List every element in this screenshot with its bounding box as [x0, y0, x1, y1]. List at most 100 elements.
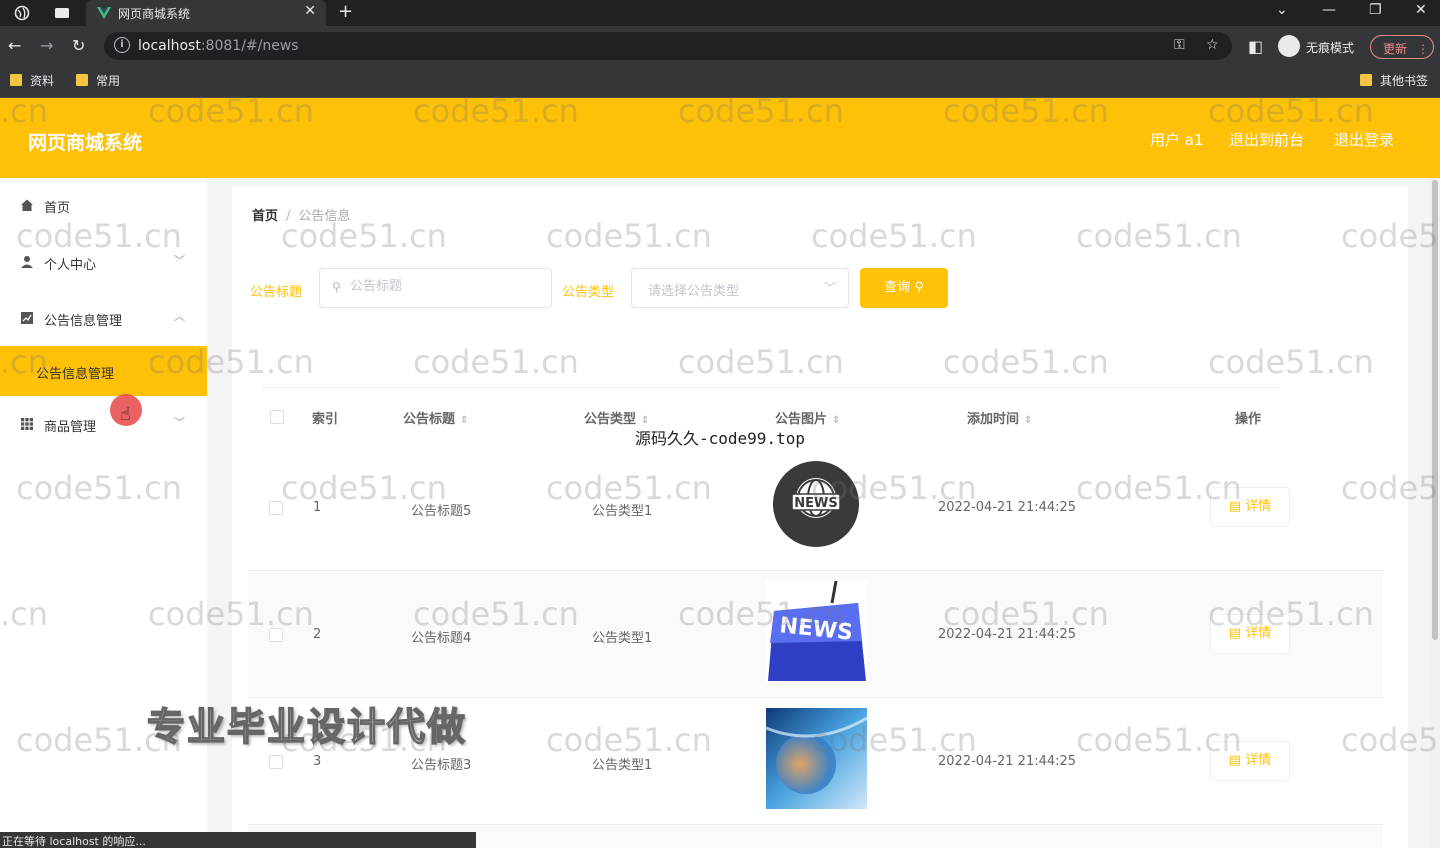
update-button[interactable]: 更新 ⋮	[1370, 35, 1434, 59]
row-type: 公告类型1	[592, 631, 653, 646]
logout-link[interactable]: 退出登录	[1334, 129, 1394, 150]
other-bookmarks[interactable]: 其他书签	[1360, 72, 1428, 89]
omnibox[interactable]: i localhost:8081/#/news ⚿ ☆	[104, 32, 1232, 60]
vue-logo-icon	[97, 7, 111, 19]
bookmark-star-icon[interactable]: ☆	[1206, 37, 1219, 53]
window-close-icon[interactable]: ✕	[1415, 2, 1427, 18]
type-filter-label: 公告类型	[562, 285, 615, 300]
sort-icon[interactable]: ⇕	[460, 415, 468, 426]
document-icon: ▤	[1228, 499, 1242, 514]
bookmark-folder[interactable]: 资料	[10, 72, 54, 89]
row-type: 公告类型1	[592, 758, 653, 773]
title-filter-label: 公告标题	[250, 285, 303, 300]
document-icon: ▤	[1228, 626, 1242, 641]
side-panel-icon[interactable]: ◧	[1248, 37, 1263, 56]
browser-tab-bar: 网页商城系统 ✕ + ⌄ — ❐ ✕	[0, 0, 1440, 26]
col-header-action: 操作	[1235, 412, 1262, 427]
sidebar-item-notice-mgmt[interactable]: 公告信息管理 ︿	[0, 291, 207, 341]
forward-icon[interactable]: →	[40, 36, 53, 55]
breadcrumb: 首页 / 公告信息	[252, 209, 351, 224]
title-search-input[interactable]	[350, 279, 540, 294]
table-row: 2 公告标题4 公告类型1 NEWS 2022-04-21 21:44:25 ▤…	[248, 571, 1383, 698]
svg-text:NEWS: NEWS	[794, 496, 837, 511]
new-tab-icon[interactable]: +	[338, 1, 353, 22]
chevron-down-icon: ﹀	[174, 416, 185, 429]
row-time: 2022-04-21 21:44:25	[938, 754, 1077, 769]
active-tab[interactable]: 网页商城系统 ✕	[86, 0, 326, 26]
current-user: 用户 a1	[1150, 131, 1204, 149]
chart-icon	[21, 312, 33, 324]
sidebar-item-personal[interactable]: 个人中心 ﹀	[0, 235, 207, 285]
browser-status-bar: 正在等待 localhost 的响应...	[0, 832, 476, 848]
url-text[interactable]: localhost:8081/#/news	[138, 38, 299, 54]
site-info-icon[interactable]: i	[114, 37, 130, 53]
sidebar-item-goods-mgmt[interactable]: 商品管理 ﹀	[0, 397, 207, 447]
document-icon: ▤	[1228, 753, 1242, 768]
tab-title: 网页商城系统	[118, 7, 191, 21]
tab-list-chevron-icon[interactable]: ⌄	[1276, 2, 1288, 18]
folder-icon	[1360, 74, 1372, 86]
chevron-up-icon: ︿	[174, 310, 185, 323]
address-bar-row: ← → ↻ i localhost:8081/#/news ⚿ ☆ ◧	[0, 26, 1440, 66]
table-divider	[262, 387, 1280, 388]
source-caption: 源码久久-code99.top	[635, 429, 805, 448]
home-icon	[21, 199, 33, 211]
row-time: 2022-04-21 21:44:25	[938, 627, 1077, 642]
query-button[interactable]: 查询 ⚲	[860, 268, 948, 308]
row-index: 3	[313, 754, 322, 769]
detail-button[interactable]: ▤ 详情	[1210, 614, 1290, 654]
sidebar-subitem-notice-info[interactable]: 公告信息管理	[0, 346, 207, 396]
hand-cursor-icon: ☝	[120, 404, 131, 425]
breadcrumb-home[interactable]: 首页	[252, 209, 278, 224]
page-scrollbar[interactable]	[1430, 178, 1440, 848]
user-icon	[21, 256, 33, 268]
detail-button[interactable]: ▤ 详情	[1210, 741, 1290, 781]
row-title: 公告标题3	[411, 758, 472, 773]
incognito-icon	[1278, 35, 1300, 57]
title-search-field[interactable]: ⚲	[319, 268, 552, 308]
sidebar-item-home[interactable]: 首页	[0, 178, 207, 228]
col-header-time[interactable]: 添加时间 ⇕	[967, 408, 1032, 427]
globe-news-icon[interactable]: NEWS	[770, 458, 862, 550]
sort-icon[interactable]: ⇕	[1024, 415, 1032, 426]
select-all-checkbox[interactable]	[270, 410, 284, 424]
promo-overlay: 专业毕业设计代做	[146, 704, 468, 750]
row-checkbox[interactable]	[269, 501, 283, 515]
back-icon[interactable]: ←	[8, 36, 21, 55]
news-globe-photo[interactable]	[766, 708, 867, 809]
tab-search-icon[interactable]	[54, 5, 70, 21]
restore-icon[interactable]: ❐	[1369, 2, 1382, 18]
search-icon: ⚲	[332, 280, 341, 294]
row-checkbox[interactable]	[269, 628, 283, 642]
bookmarks-bar: 资料 常用 其他书签	[0, 66, 1440, 98]
globe-icon[interactable]	[14, 5, 30, 21]
detail-button[interactable]: ▤ 详情	[1210, 487, 1290, 527]
key-icon[interactable]: ⚿	[1174, 37, 1185, 53]
news-key-icon[interactable]: NEWS	[766, 581, 867, 682]
bookmark-folder[interactable]: 常用	[76, 72, 120, 89]
app-header: 网页商城系统 用户 a1 退出到前台 退出登录	[0, 98, 1440, 178]
reload-icon[interactable]: ↻	[72, 36, 85, 55]
tab-close-icon[interactable]: ✕	[304, 3, 316, 19]
row-index: 1	[313, 500, 322, 515]
sort-icon[interactable]: ⇕	[832, 415, 840, 426]
col-header-title[interactable]: 公告标题 ⇕	[403, 408, 468, 427]
chevron-down-icon: ﹀	[174, 254, 185, 267]
col-header-index: 索引	[312, 412, 339, 427]
row-time: 2022-04-21 21:44:25	[938, 500, 1077, 515]
app-title: 网页商城系统	[28, 132, 143, 154]
type-select[interactable]: 请选择公告类型 ﹀	[631, 268, 849, 308]
grid-icon	[21, 418, 33, 430]
row-checkbox[interactable]	[269, 755, 283, 769]
scrollbar-thumb[interactable]	[1432, 180, 1438, 640]
folder-icon	[10, 74, 22, 86]
chevron-down-icon: ﹀	[823, 281, 836, 295]
breadcrumb-current: 公告信息	[298, 209, 351, 224]
search-icon: ⚲	[914, 280, 924, 295]
row-index: 2	[313, 627, 322, 642]
minimize-icon[interactable]: —	[1322, 2, 1336, 18]
table-row: 1 公告标题5 公告类型1 NEWS 2022-04-21 21:44:25 ▤…	[248, 444, 1383, 571]
row-title: 公告标题4	[411, 631, 472, 646]
row-title: 公告标题5	[411, 504, 472, 519]
back-to-front-link[interactable]: 退出到前台	[1229, 129, 1304, 150]
